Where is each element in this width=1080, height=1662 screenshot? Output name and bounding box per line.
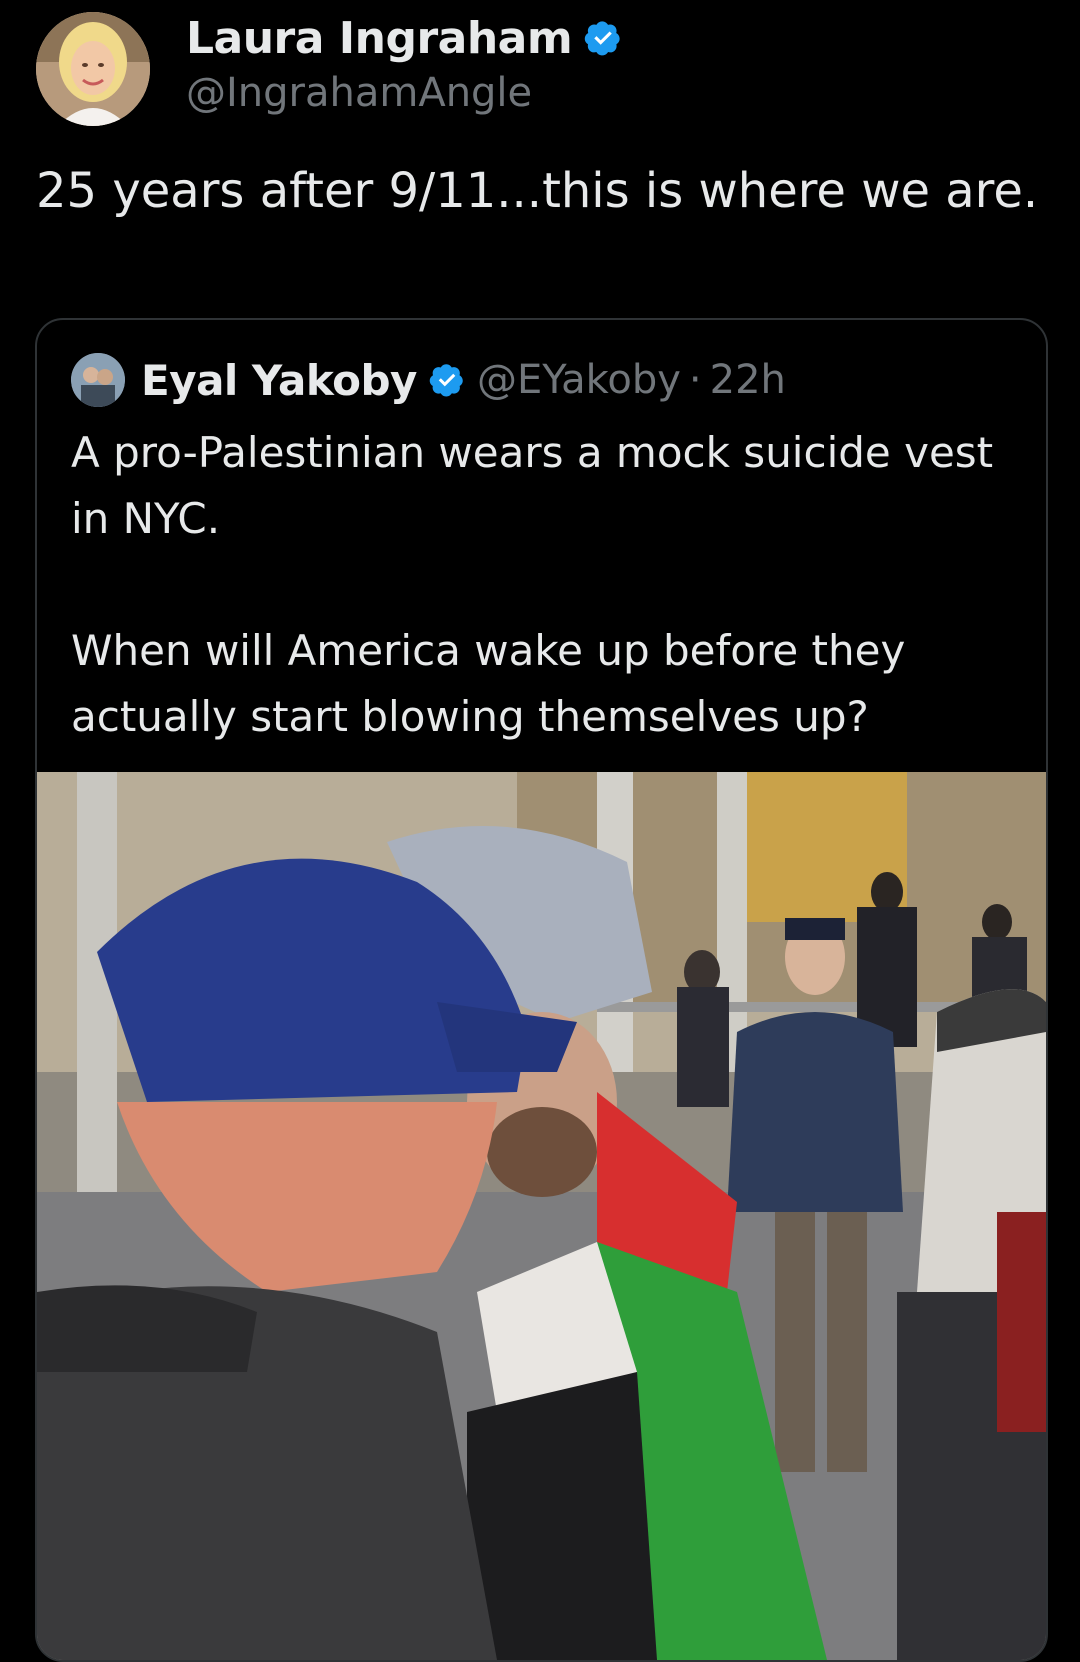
video-still-image <box>37 772 1046 1660</box>
author-block: Laura Ingraham @IngrahamAngle <box>186 10 622 116</box>
tweet[interactable]: Laura Ingraham @IngrahamAngle 25 years a… <box>0 0 1080 1662</box>
quoted-tweet-text: A pro-Palestinian wears a mock suicide v… <box>71 420 1021 750</box>
author-avatar[interactable] <box>36 12 150 126</box>
author-name[interactable]: Laura Ingraham <box>186 13 573 64</box>
quoted-tweet-media[interactable] <box>37 772 1046 1660</box>
quoted-author-handle[interactable]: @EYakoby <box>477 357 681 403</box>
quoted-verified-badge-icon[interactable] <box>429 362 465 398</box>
tweet-text: 25 years after 9/11...this is where we a… <box>36 163 1039 219</box>
quoted-author-avatar[interactable] <box>71 353 125 407</box>
quoted-tweet-header: Eyal Yakoby @EYakoby · 22h <box>71 350 786 410</box>
quoted-text-paragraph: A pro-Palestinian wears a mock suicide v… <box>71 428 994 543</box>
verified-badge-icon[interactable] <box>584 19 622 57</box>
separator-dot: · <box>688 357 702 403</box>
author-handle[interactable]: @IngrahamAngle <box>186 70 622 116</box>
quoted-author-name[interactable]: Eyal Yakoby <box>141 356 417 405</box>
quoted-text-paragraph: When will America wake up before they ac… <box>71 626 906 741</box>
quoted-tweet-card[interactable]: Eyal Yakoby @EYakoby · 22h A pro-Palesti… <box>35 318 1048 1662</box>
quoted-timestamp[interactable]: 22h <box>710 357 786 403</box>
